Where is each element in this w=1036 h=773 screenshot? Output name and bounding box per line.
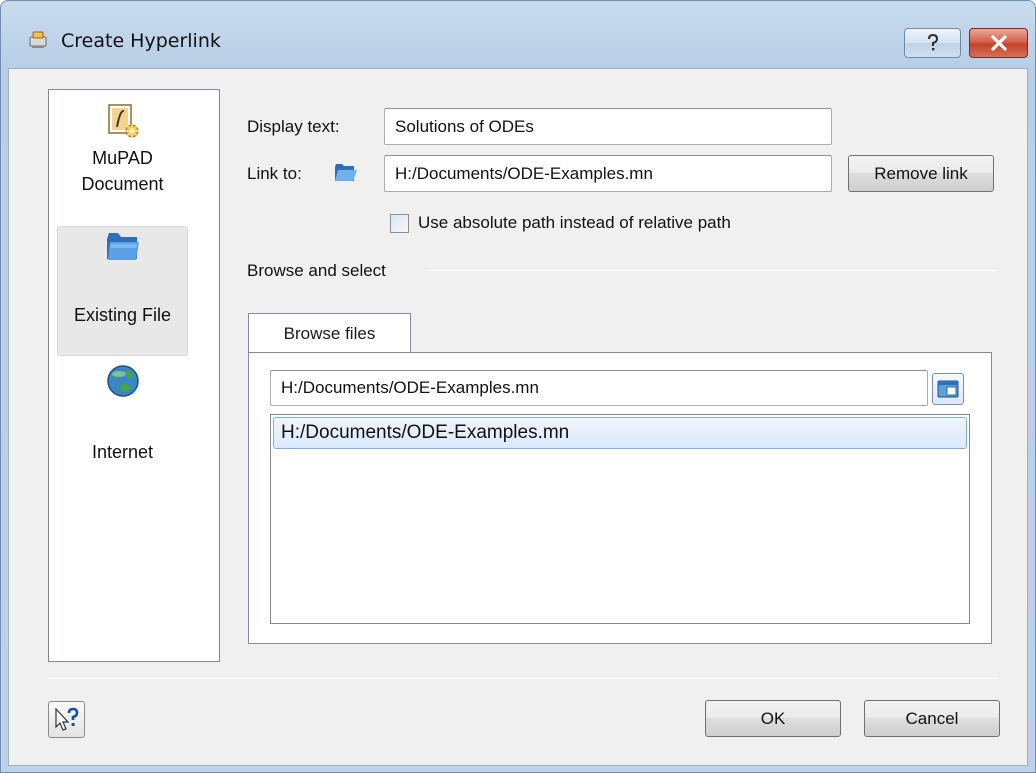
dialog-window: Create Hyperlink MuPAD Document Existing…	[0, 0, 1036, 773]
browse-files-pane: H:/Documents/ODE-Examples.mn H:/Document…	[248, 352, 992, 644]
close-x-icon	[990, 35, 1007, 51]
link-to-label: Link to:	[247, 164, 302, 183]
cancel-button[interactable]: Cancel	[864, 700, 1000, 737]
context-help-icon	[54, 706, 78, 731]
remove-link-button[interactable]: Remove link	[848, 155, 994, 192]
folder-icon	[106, 233, 139, 260]
list-item[interactable]: H:/Documents/ODE-Examples.mn	[273, 417, 967, 449]
category-existing-file[interactable]: Existing File	[57, 226, 188, 356]
category-mupad-document[interactable]: MuPAD Document	[57, 96, 188, 224]
hyperlink-icon	[29, 31, 47, 48]
browse-group-label: Browse and select	[247, 261, 386, 280]
footer-divider	[48, 678, 997, 679]
group-divider	[429, 270, 996, 271]
tab-browse-files[interactable]: Browse files	[248, 313, 411, 353]
open-folder-icon[interactable]	[334, 163, 358, 183]
title-close-button[interactable]	[969, 28, 1028, 58]
link-type-panel: MuPAD Document Existing File Internet	[48, 89, 220, 662]
category-label: Existing File	[73, 305, 172, 325]
category-label: MuPAD	[92, 148, 153, 168]
category-label: Document	[81, 174, 164, 194]
mupad-document-icon	[107, 104, 139, 138]
browse-button[interactable]	[932, 373, 964, 405]
link-to-field[interactable]: H:/Documents/ODE-Examples.mn	[384, 155, 832, 192]
display-text-field[interactable]: Solutions of ODEs	[384, 108, 832, 145]
display-text-label: Display text:	[247, 117, 340, 136]
file-list[interactable]: H:/Documents/ODE-Examples.mn	[270, 414, 970, 624]
question-icon	[927, 33, 938, 51]
title-help-button[interactable]	[904, 28, 961, 58]
context-help-button[interactable]	[48, 701, 85, 738]
ok-button[interactable]: OK	[705, 700, 841, 737]
category-internet[interactable]: Internet	[57, 362, 188, 472]
browse-path-field[interactable]: H:/Documents/ODE-Examples.mn	[270, 370, 928, 406]
browse-folder-icon	[937, 380, 959, 398]
absolute-path-checkbox[interactable]	[390, 214, 409, 233]
dialog-client-area: MuPAD Document Existing File Internet Di…	[8, 68, 1028, 766]
dialog-title: Create Hyperlink	[61, 30, 221, 52]
globe-icon	[106, 365, 139, 397]
absolute-path-label: Use absolute path instead of relative pa…	[418, 213, 731, 232]
title-bar[interactable]: Create Hyperlink	[1, 1, 1035, 69]
category-label: Internet	[91, 442, 154, 462]
